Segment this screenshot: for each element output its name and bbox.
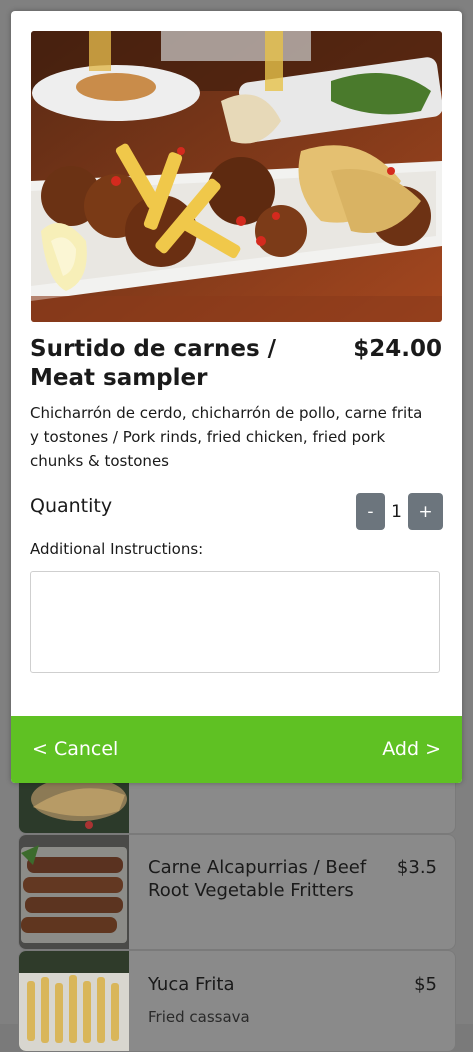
menu-item-description: Fried cassava xyxy=(148,1008,250,1026)
decrease-quantity-button[interactable]: - xyxy=(356,493,385,530)
modal-footer: < Cancel Add > xyxy=(11,716,462,783)
menu-item-card[interactable]: Carne Alcapurrias / Beef Root Vegetable … xyxy=(18,834,456,950)
menu-item-image xyxy=(19,951,129,1051)
menu-item-name: Carne Alcapurrias / Beef Root Vegetable … xyxy=(148,857,367,901)
menu-item-price: $3.5 xyxy=(396,857,437,878)
quantity-stepper: - 1 + xyxy=(356,493,443,530)
menu-item-image xyxy=(19,835,129,949)
quantity-label: Quantity xyxy=(30,495,113,517)
cancel-button[interactable]: < Cancel xyxy=(32,738,118,760)
additional-instructions-input[interactable] xyxy=(30,571,440,673)
menu-item-price: $5 xyxy=(414,974,437,995)
item-detail-modal: Surtido de carnes / Meat sampler $24.00 … xyxy=(11,11,462,783)
item-title: Surtido de carnes / Meat sampler xyxy=(30,336,277,391)
add-to-order-button[interactable]: Add > xyxy=(382,738,441,760)
menu-item-card[interactable]: Yuca Frita $5 Fried cassava xyxy=(18,950,456,1052)
menu-item-name: Yuca Frita xyxy=(148,974,235,995)
increase-quantity-button[interactable]: + xyxy=(408,493,443,530)
additional-instructions-label: Additional Instructions: xyxy=(30,540,204,558)
item-description: Chicharrón de cerdo, chicharrón de pollo… xyxy=(30,404,423,470)
quantity-value: 1 xyxy=(391,501,402,522)
item-photo xyxy=(31,31,442,322)
item-price: $24.00 xyxy=(353,336,442,362)
